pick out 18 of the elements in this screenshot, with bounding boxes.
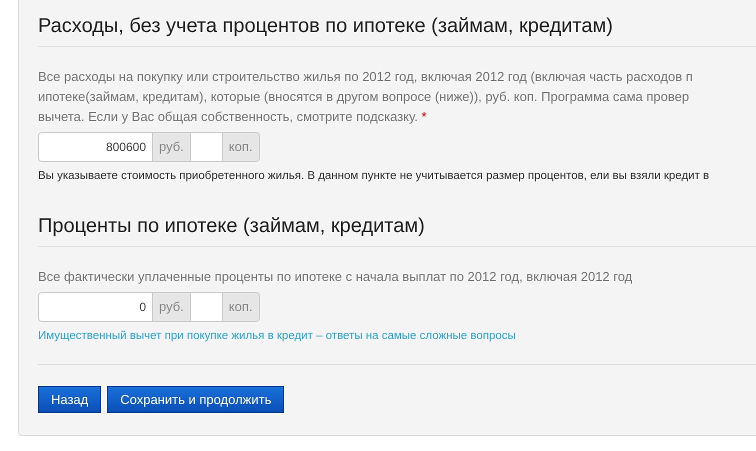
unit-label: руб. — [153, 292, 191, 322]
save-continue-button[interactable]: Сохранить и продолжить — [107, 386, 284, 413]
unit-label: руб. — [153, 132, 191, 162]
field-description: вычета. Если у Вас общая собственность, смотрите подсказку. — [38, 109, 418, 124]
section-heading: Проценты по ипотеке (займам, кредитам) — [38, 214, 426, 238]
kopecks-input[interactable] — [190, 292, 223, 322]
kopecks-input[interactable] — [190, 132, 223, 162]
back-button[interactable]: Назад — [38, 386, 102, 413]
field-description: Все расходы на покупку или строительство жилья по 2012 год, включая 2012 год (включая часть расходов п — [38, 69, 693, 84]
required-mark: * — [421, 109, 426, 124]
field-description: ипотеке(займам, кредитам), которые (вносятся в другом вопросе (ниже)), руб. коп. Программа сама провер — [38, 89, 690, 104]
help-text: Вы указываете стоимость приобретенного жилья. В данном пункте не учитывается размер процентов, ели вы взяли кредит в — [38, 169, 710, 184]
rubles-input[interactable]: 0 — [38, 292, 153, 322]
section-heading: Расходы, без учета процентов по ипотеке (займам, кредитам) — [38, 14, 614, 38]
field-description: Все фактически уплаченные проценты по ипотеке с начала выплат по 2012 год, включая 2012 год — [38, 269, 632, 284]
rubles-input[interactable]: 800600 — [38, 132, 153, 162]
unit-label: коп. — [222, 292, 260, 322]
unit-label: коп. — [222, 132, 260, 162]
